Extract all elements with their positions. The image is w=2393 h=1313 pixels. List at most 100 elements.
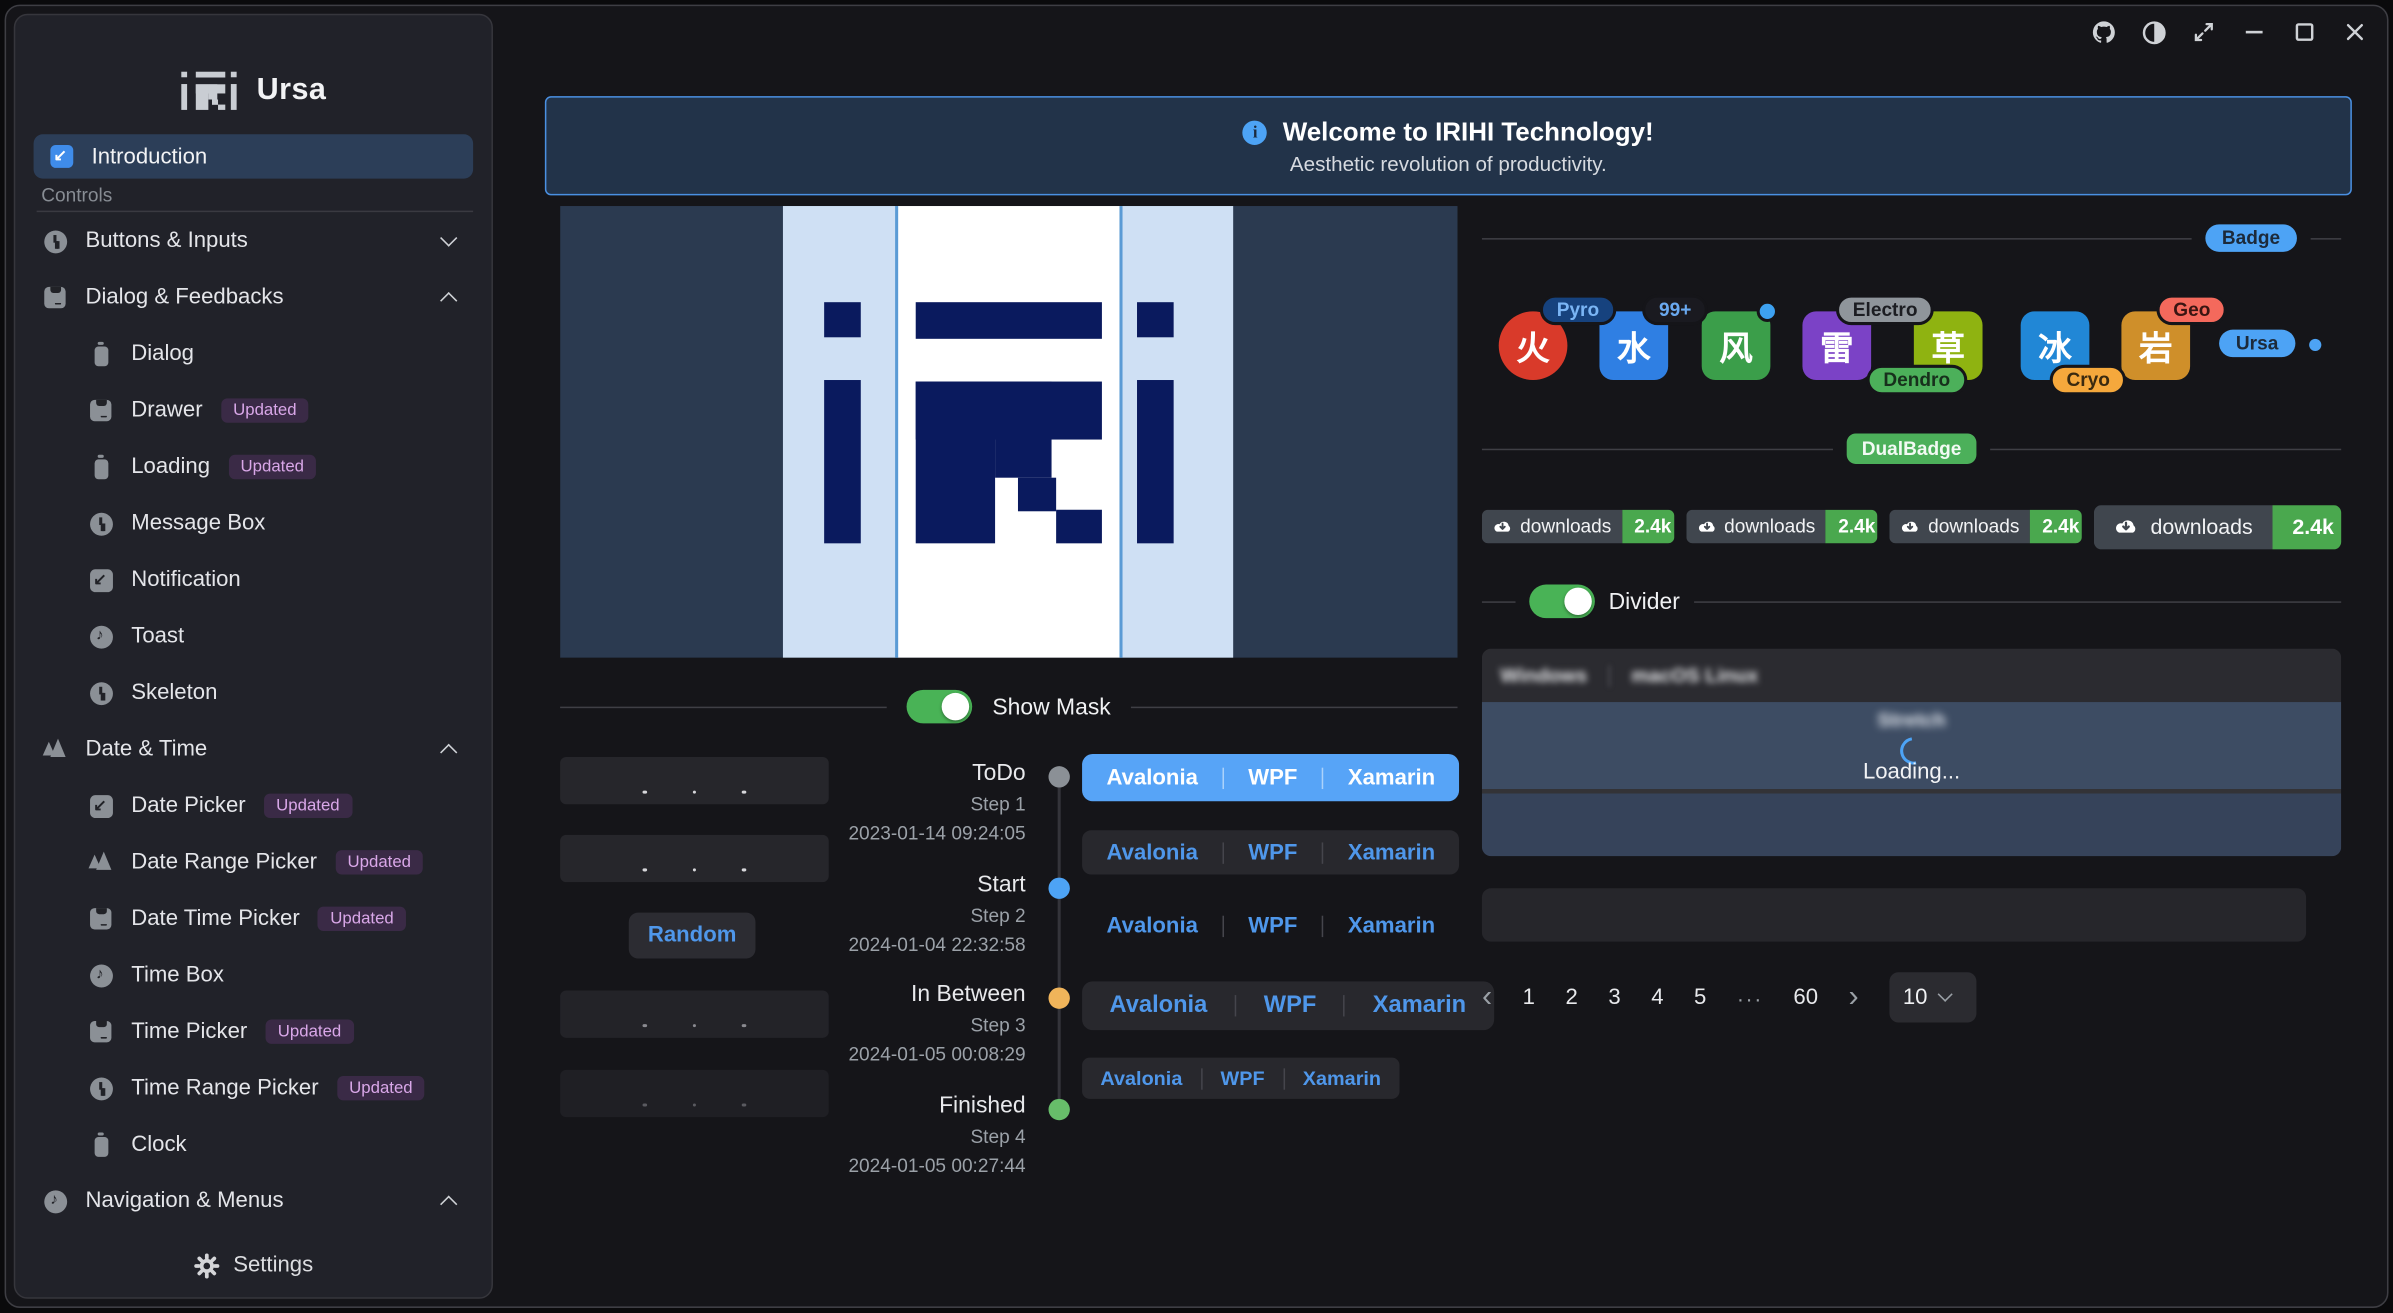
fullscreen-icon[interactable] xyxy=(2190,18,2217,45)
xamarin-button[interactable]: Xamarin xyxy=(1323,914,1459,938)
empty-input[interactable] xyxy=(1482,888,2306,941)
platform-group-large: Avalonia WPF Xamarin xyxy=(1082,981,1494,1030)
page-button[interactable]: 60 xyxy=(1793,985,1818,1009)
page-button[interactable]: 4 xyxy=(1651,985,1663,1009)
floppy-icon xyxy=(89,907,113,931)
tab-macos-linux[interactable]: macOS Linux xyxy=(1631,664,1758,687)
clock-icon xyxy=(89,681,113,705)
downloads-count: 2.4k xyxy=(2273,504,2342,548)
page-button[interactable]: 2 xyxy=(1565,985,1577,1009)
next-page-icon[interactable]: › xyxy=(1849,981,1859,1012)
sidebar-item-date-time[interactable]: Date & Time xyxy=(31,728,480,771)
minimize-icon[interactable] xyxy=(2240,18,2267,45)
avalonia-button[interactable]: Avalonia xyxy=(1082,840,1222,864)
banner-title: Welcome to IRIHI Technology! xyxy=(1283,117,1654,148)
xamarin-button[interactable]: Xamarin xyxy=(1323,840,1459,864)
chevron-down-icon xyxy=(440,229,457,246)
page-ellipsis[interactable]: ··· xyxy=(1737,985,1763,1009)
app-name: Ursa xyxy=(257,73,327,108)
github-icon[interactable] xyxy=(2089,18,2116,45)
element-glyph: 风 xyxy=(1719,321,1753,370)
sidebar: Ursa Introduction Controls Buttons & Inp… xyxy=(14,14,493,1299)
app-window: i Welcome to IRIHI Technology! Aesthetic… xyxy=(0,0,2393,1313)
divider-line xyxy=(1694,601,2342,603)
step-timestamp: 2024-01-04 22:32:58 xyxy=(708,934,1025,955)
element-glyph: 草 xyxy=(1931,321,1965,370)
banner-title-row: i Welcome to IRIHI Technology! xyxy=(1243,117,1654,148)
avalonia-button[interactable]: Avalonia xyxy=(1082,765,1222,789)
page-button[interactable]: 5 xyxy=(1694,985,1706,1009)
ursa-badge-pill: Ursa xyxy=(2219,330,2295,357)
page-size-value: 10 xyxy=(1903,985,1928,1009)
wpf-button[interactable]: WPF xyxy=(1224,765,1322,789)
sidebar-item-date-picker[interactable]: Date Picker Updated xyxy=(31,784,480,827)
page-button[interactable]: 3 xyxy=(1608,985,1620,1009)
wpf-button[interactable]: WPF xyxy=(1224,914,1322,938)
downloads-label: downloads xyxy=(1686,510,1826,544)
downloads-label: downloads xyxy=(1890,510,2030,544)
divider-toggle[interactable] xyxy=(1529,585,1595,619)
avalonia-button[interactable]: Avalonia xyxy=(1082,992,1235,1019)
sidebar-item-message-box[interactable]: Message Box xyxy=(31,502,480,545)
show-mask-toggle[interactable] xyxy=(907,690,973,724)
sidebar-item-skeleton[interactable]: Skeleton xyxy=(31,672,480,715)
downloads-label: downloads xyxy=(2094,504,2272,548)
music-note-icon xyxy=(89,624,113,648)
settings-label: Settings xyxy=(233,1253,313,1277)
wpf-button[interactable]: WPF xyxy=(1224,840,1322,864)
cryo-badge-pill: Cryo xyxy=(2050,365,2127,396)
platform-group-solid: Avalonia WPF Xamarin xyxy=(1082,754,1460,801)
page-size-select[interactable]: 10 xyxy=(1889,972,1976,1022)
sidebar-nav-list: Buttons & Inputs Dialog & Feedbacks Dial… xyxy=(31,220,480,1240)
avalonia-button[interactable]: Avalonia xyxy=(1082,914,1222,938)
electro-badge-pill: Electro xyxy=(1836,295,1934,326)
xamarin-button[interactable]: Xamarin xyxy=(1345,992,1493,1019)
divider-line xyxy=(1131,706,1458,708)
page-button[interactable]: 1 xyxy=(1523,985,1535,1009)
cloud-download-icon xyxy=(2114,517,2138,537)
platform-group-small: Avalonia WPF Xamarin xyxy=(1082,1058,1399,1099)
tab-windows[interactable]: Windows xyxy=(1500,664,1587,687)
downloads-badge: downloads 2.4k xyxy=(1890,510,2082,544)
clock-icon xyxy=(89,511,113,535)
sidebar-item-navigation-menus[interactable]: Navigation & Menus xyxy=(31,1180,480,1223)
arrow-square-icon xyxy=(89,568,113,592)
blurred-content-text: Stretch xyxy=(1482,708,2341,731)
avalonia-button[interactable]: Avalonia xyxy=(1082,1067,1201,1090)
wpf-button[interactable]: WPF xyxy=(1236,992,1344,1019)
element-badge-anemo: 风 xyxy=(1702,311,1771,380)
sidebar-item-notification[interactable]: Notification xyxy=(31,559,480,602)
gear-icon xyxy=(194,1252,220,1278)
sidebar-item-time-picker[interactable]: Time Picker Updated xyxy=(31,1010,480,1053)
sidebar-item-buttons-inputs[interactable]: Buttons & Inputs xyxy=(31,220,480,263)
controls-section-label: Controls xyxy=(41,185,112,206)
sidebar-item-time-box[interactable]: Time Box xyxy=(31,954,480,997)
sidebar-item-loading[interactable]: Loading Updated xyxy=(31,446,480,489)
downloads-badge: downloads 2.4k xyxy=(1686,510,1878,544)
chevron-up-icon xyxy=(440,292,457,309)
settings-button[interactable]: Settings xyxy=(15,1245,491,1285)
prev-page-icon[interactable]: ‹ xyxy=(1482,981,1492,1012)
titlebar xyxy=(2089,18,2368,45)
close-icon[interactable] xyxy=(2341,18,2368,45)
sidebar-item-time-range-picker[interactable]: Time Range Picker Updated xyxy=(31,1067,480,1110)
maximize-icon[interactable] xyxy=(2291,18,2318,45)
sidebar-item-date-range-picker[interactable]: Date Range Picker Updated xyxy=(31,841,480,884)
sidebar-item-introduction[interactable]: Introduction xyxy=(34,134,474,178)
xamarin-button[interactable]: Xamarin xyxy=(1323,765,1459,789)
sidebar-item-dialog-feedbacks[interactable]: Dialog & Feedbacks xyxy=(31,276,480,319)
loading-panel-tabs: Windows macOS Linux xyxy=(1482,649,2341,702)
sidebar-item-clock[interactable]: Clock xyxy=(31,1123,480,1166)
sidebar-item-dialog[interactable]: Dialog xyxy=(31,333,480,376)
sidebar-item-toast[interactable]: Toast xyxy=(31,615,480,658)
theme-contrast-icon[interactable] xyxy=(2140,18,2167,45)
xamarin-button[interactable]: Xamarin xyxy=(1284,1067,1399,1090)
step-finished: Finished Step 4 2024-01-05 00:27:44 xyxy=(708,1093,1025,1177)
sidebar-item-date-time-picker[interactable]: Date Time Picker Updated xyxy=(31,897,480,940)
wpf-button[interactable]: WPF xyxy=(1202,1067,1283,1090)
sidebar-item-drawer[interactable]: Drawer Updated xyxy=(31,389,480,432)
sidebar-item-breadcrumb[interactable]: Breadcrumb Updated xyxy=(31,1236,480,1239)
info-icon: i xyxy=(1243,120,1267,144)
divider-demo-row: Divider xyxy=(1482,585,2341,619)
step-name: In Between xyxy=(708,981,1025,1007)
